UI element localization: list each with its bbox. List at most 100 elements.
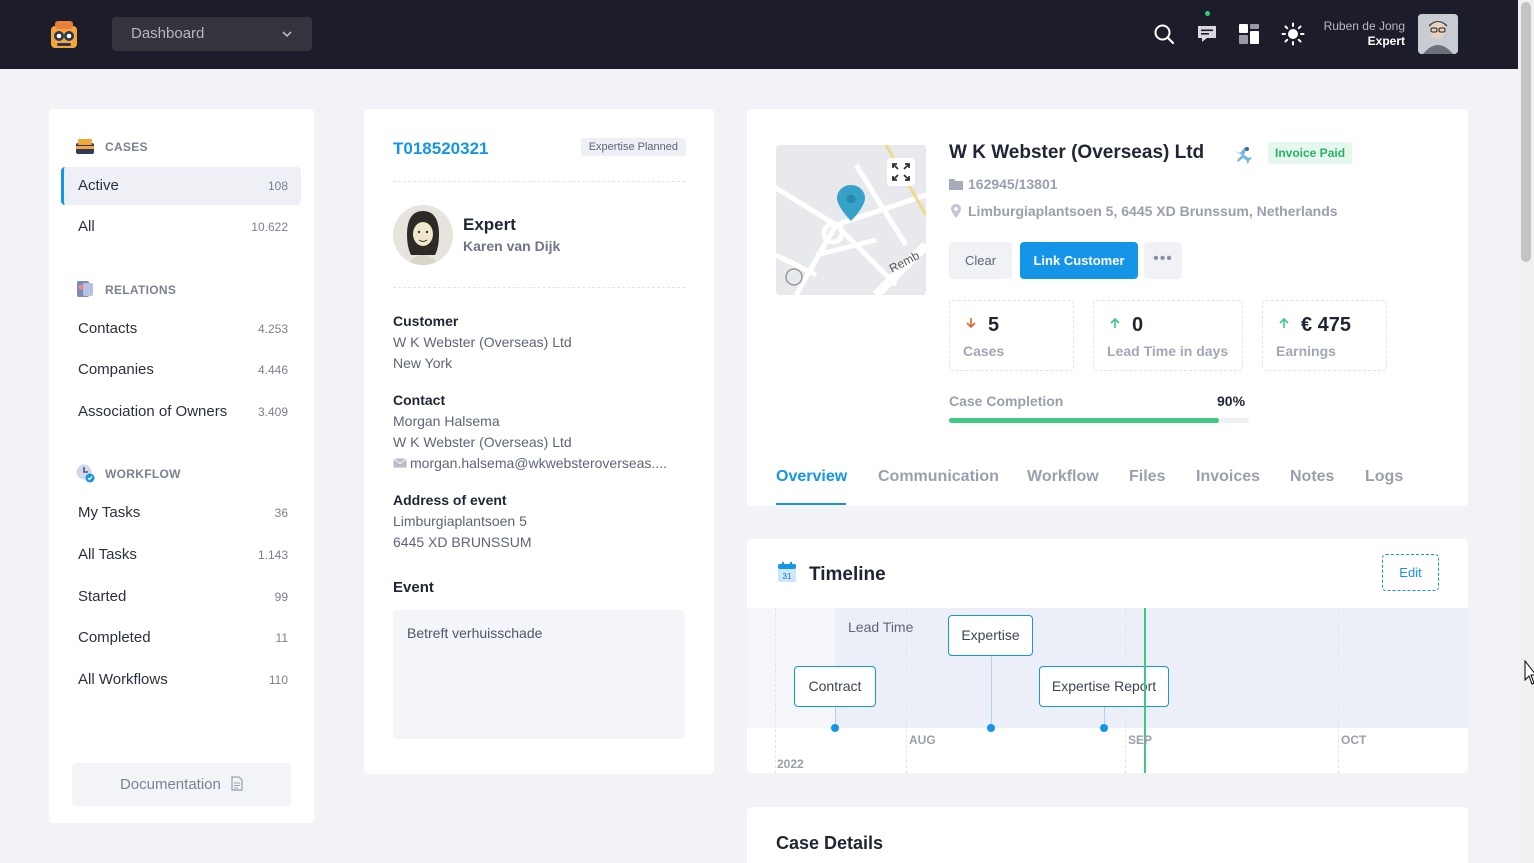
- relations-heading-label: RELATIONS: [105, 283, 177, 297]
- sidebar: CASES Active 108 All 10.622 RELATIONS Co…: [49, 109, 314, 823]
- stat-earnings: € 475 Earnings: [1262, 300, 1387, 371]
- tab-workflow[interactable]: Workflow: [1027, 468, 1099, 486]
- clear-button[interactable]: Clear: [949, 242, 1012, 279]
- tab-communication[interactable]: Communication: [878, 468, 999, 486]
- tab-invoices[interactable]: Invoices: [1196, 468, 1260, 486]
- workflow-clock-icon: [76, 464, 95, 483]
- sidebar-item-label: Active: [78, 177, 119, 194]
- contact-email-row[interactable]: morgan.halsema@wkwebsteroverseas....: [393, 455, 667, 471]
- mouse-cursor-icon: [1524, 660, 1534, 685]
- chat-icon[interactable]: [1195, 22, 1219, 46]
- page-scrollbar-thumb[interactable]: [1521, 2, 1531, 262]
- milestone-connector: [991, 655, 992, 727]
- case-completion-label: Case Completion: [949, 393, 1064, 409]
- case-status-badge: Expertise Planned: [580, 138, 686, 156]
- top-bar: Dashboard Ruben de Jong Expert: [0, 0, 1518, 69]
- milestone-expertise[interactable]: Expertise: [948, 615, 1033, 656]
- month-label: AUG: [909, 733, 936, 747]
- sidebar-item-label: Started: [78, 588, 127, 605]
- sun-icon[interactable]: [1281, 22, 1305, 46]
- stat-value: 5: [988, 314, 1000, 336]
- sidebar-item-all-tasks[interactable]: All Tasks 1.143: [61, 536, 301, 574]
- sidebar-item-active[interactable]: Active 108: [61, 167, 301, 205]
- customer-label: Customer: [393, 313, 459, 329]
- link-customer-button[interactable]: Link Customer: [1020, 242, 1138, 279]
- sidebar-item-companies[interactable]: Companies 4.446: [61, 351, 301, 389]
- apps-icon[interactable]: [1237, 22, 1261, 46]
- sidebar-item-count: 110: [268, 673, 288, 687]
- sidebar-item-label: Contacts: [78, 320, 138, 337]
- customer-name[interactable]: W K Webster (Overseas) Ltd: [393, 334, 572, 350]
- sidebar-item-label: Companies: [78, 361, 154, 378]
- user-name: Ruben de Jong: [1323, 19, 1405, 33]
- case-details-title: Case Details: [776, 833, 884, 853]
- arrow-down-icon: [966, 318, 976, 329]
- expert-avatar-icon: [393, 205, 453, 265]
- plane-icon: [1234, 147, 1252, 164]
- milestone-contract[interactable]: Contract: [794, 666, 876, 707]
- event-text: Betreft verhuisschade: [407, 625, 543, 641]
- sidebar-item-started[interactable]: Started 99: [61, 578, 301, 616]
- stat-label: Earnings: [1276, 343, 1336, 359]
- dashboard-select[interactable]: Dashboard: [112, 17, 312, 51]
- svg-text:31: 31: [783, 572, 792, 581]
- tab-files[interactable]: Files: [1129, 468, 1165, 486]
- milestone-expertise-report[interactable]: Expertise Report: [1039, 666, 1169, 707]
- sidebar-item-count: 36: [274, 506, 288, 520]
- documentation-button[interactable]: Documentation: [72, 763, 291, 806]
- company-name: W K Webster (Overseas) Ltd: [949, 142, 1205, 163]
- sidebar-item-count: 3.409: [257, 405, 288, 419]
- month-label: OCT: [1341, 733, 1367, 747]
- company-id: 162945/13801: [968, 176, 1058, 192]
- milestone-dot: [831, 724, 839, 732]
- address-line2: 6445 XD BRUNSSUM: [393, 534, 532, 550]
- divider: [393, 287, 685, 288]
- grid-line: [1338, 608, 1339, 773]
- stat-value: 0: [1132, 314, 1144, 336]
- expert-title: Expert: [463, 215, 516, 234]
- tab-logs[interactable]: Logs: [1365, 468, 1403, 486]
- event-label: Event: [393, 579, 434, 596]
- event-description[interactable]: Betreft verhuisschade: [393, 610, 685, 739]
- sidebar-item-all[interactable]: All 10.622: [61, 208, 301, 246]
- sidebar-item-label: Completed: [78, 629, 151, 646]
- location-map[interactable]: Remb: [776, 145, 926, 295]
- sidebar-item-count: 4.253: [257, 322, 288, 336]
- more-options-button[interactable]: •••: [1144, 242, 1182, 279]
- stat-cases: 5 Cases: [949, 300, 1074, 371]
- document-icon: [231, 776, 243, 791]
- sidebar-item-count: 99: [274, 590, 288, 604]
- divider: [393, 181, 685, 182]
- case-id-link[interactable]: T018520321: [393, 139, 488, 159]
- timeline-title: Timeline: [809, 564, 886, 585]
- documentation-label: Documentation: [119, 776, 221, 793]
- sidebar-item-association-of-owners[interactable]: Association of Owners 3.409: [61, 393, 301, 431]
- app-logo-icon[interactable]: [48, 18, 80, 50]
- sidebar-item-completed[interactable]: Completed 11: [61, 619, 301, 657]
- sidebar-item-all-workflows[interactable]: All Workflows 110: [61, 661, 301, 699]
- folder-icon: [949, 179, 963, 190]
- user-role: Expert: [1367, 34, 1405, 48]
- month-label: SEP: [1128, 733, 1153, 747]
- sidebar-item-label: All: [78, 218, 95, 235]
- expert-name[interactable]: Karen van Dijk: [463, 238, 560, 254]
- case-completion-bar: [949, 418, 1249, 423]
- case-summary-panel: T018520321 Expertise Planned Expert Kare…: [364, 109, 714, 774]
- sidebar-item-contacts[interactable]: Contacts 4.253: [61, 310, 301, 348]
- address-line1: Limburgiaplantsoen 5: [393, 513, 527, 529]
- fullscreen-icon[interactable]: [887, 158, 915, 186]
- user-avatar[interactable]: [1418, 14, 1458, 54]
- timeline-edit-button[interactable]: Edit: [1382, 554, 1439, 591]
- contact-name[interactable]: Morgan Halsema: [393, 413, 500, 429]
- sidebar-item-label: Association of Owners: [78, 403, 228, 420]
- search-icon[interactable]: [1152, 22, 1176, 46]
- invoice-status-badge: Invoice Paid: [1268, 142, 1353, 164]
- case-completion-fill: [949, 418, 1219, 423]
- chevron-down-icon: [282, 31, 292, 38]
- tab-overview[interactable]: Overview: [776, 468, 847, 486]
- address-label: Address of event: [393, 492, 507, 508]
- tab-notes[interactable]: Notes: [1290, 468, 1334, 486]
- grid-line: [775, 608, 776, 773]
- today-marker: [1144, 608, 1146, 773]
- sidebar-item-my-tasks[interactable]: My Tasks 36: [61, 494, 301, 532]
